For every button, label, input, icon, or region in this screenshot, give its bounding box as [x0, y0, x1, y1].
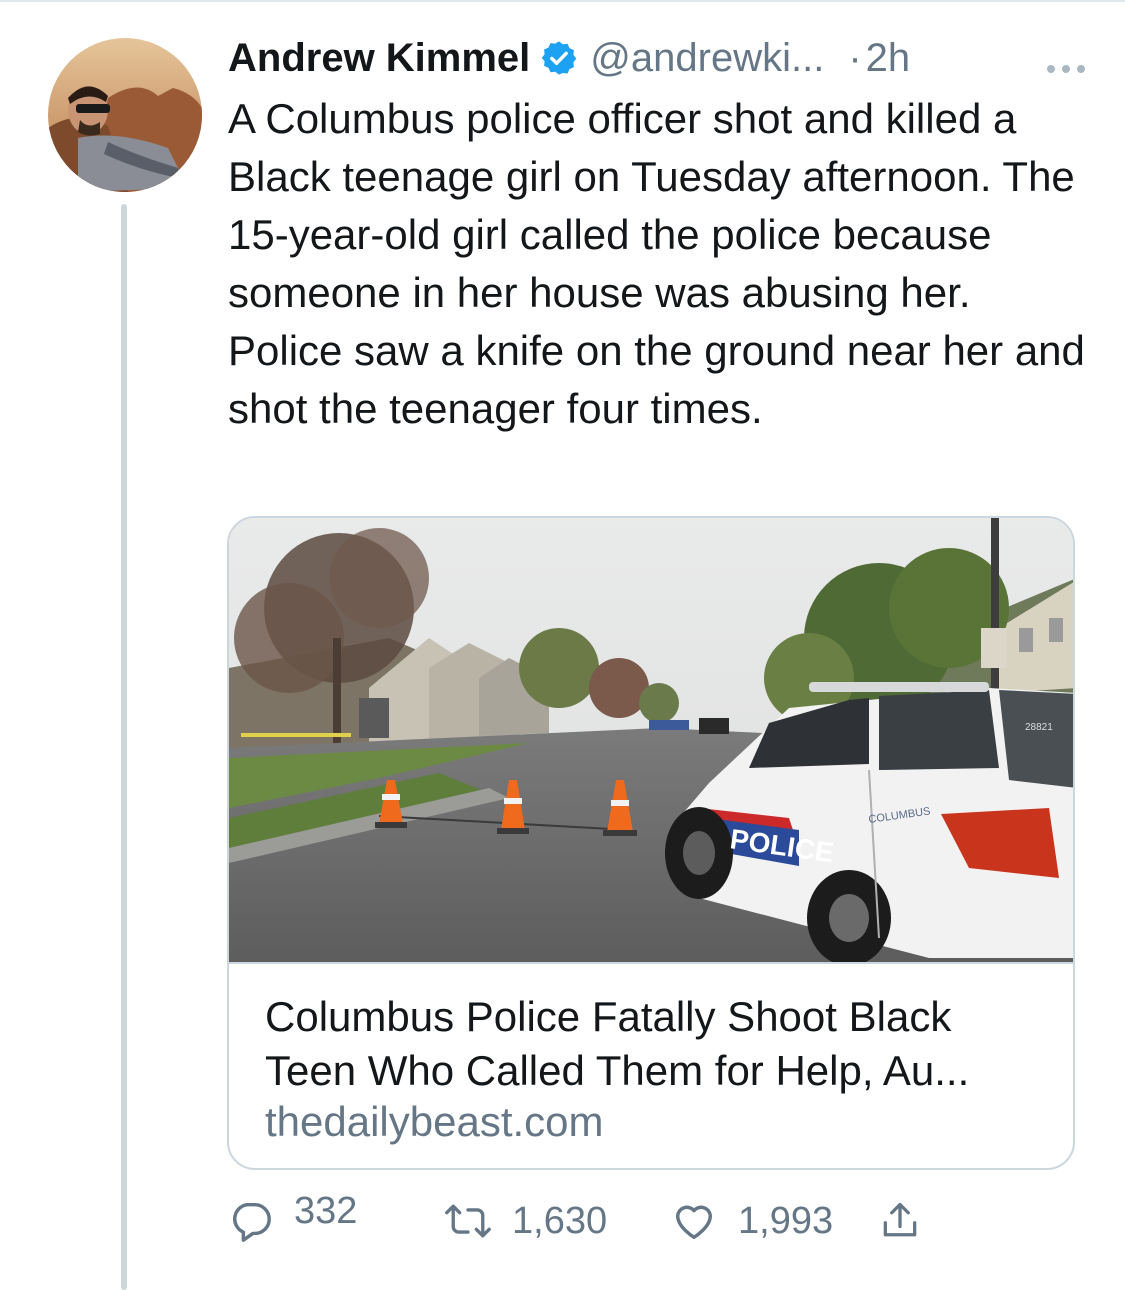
retweet-count: 1,630 [512, 1199, 608, 1242]
avatar[interactable] [48, 38, 202, 192]
thread-line [121, 204, 127, 1290]
card-divider [229, 962, 1073, 964]
author-handle[interactable]: @andrewki... [590, 36, 824, 81]
like-button[interactable]: 1,993 [670, 1186, 833, 1256]
like-count: 1,993 [738, 1199, 834, 1242]
card-domain[interactable]: thedailybeast.com [265, 1098, 604, 1146]
tweet-time[interactable]: 2h [866, 36, 911, 81]
unit-number: 28821 [1025, 722, 1053, 733]
action-bar: 332 1,630 1,993 [228, 1186, 1088, 1256]
retweet-icon [444, 1198, 492, 1244]
reply-button[interactable]: 332 [228, 1186, 357, 1256]
heart-icon [670, 1198, 718, 1244]
top-divider [0, 0, 1125, 2]
author-name[interactable]: Andrew Kimmel [228, 36, 530, 81]
avatar-photo [48, 38, 202, 192]
link-card[interactable]: POLICE COLUMBUS 28821 Columbus Police Fa… [227, 516, 1075, 1170]
card-title[interactable]: Columbus Police Fatally Shoot Black Teen… [265, 990, 1045, 1098]
reply-count: 332 [294, 1189, 358, 1232]
separator-dot: · [848, 35, 862, 80]
reply-icon [228, 1198, 274, 1244]
share-icon [878, 1198, 922, 1244]
verified-badge-icon [540, 39, 578, 77]
tweet-text: A Columbus police officer shot and kille… [228, 95, 1085, 432]
retweet-button[interactable]: 1,630 [444, 1186, 607, 1256]
more-options-icon[interactable] [1044, 44, 1088, 73]
share-button[interactable] [878, 1186, 922, 1256]
card-image: POLICE COLUMBUS 28821 [229, 518, 1073, 962]
tweet-header: Andrew Kimmel @andrewki... · 2h [228, 30, 1088, 86]
